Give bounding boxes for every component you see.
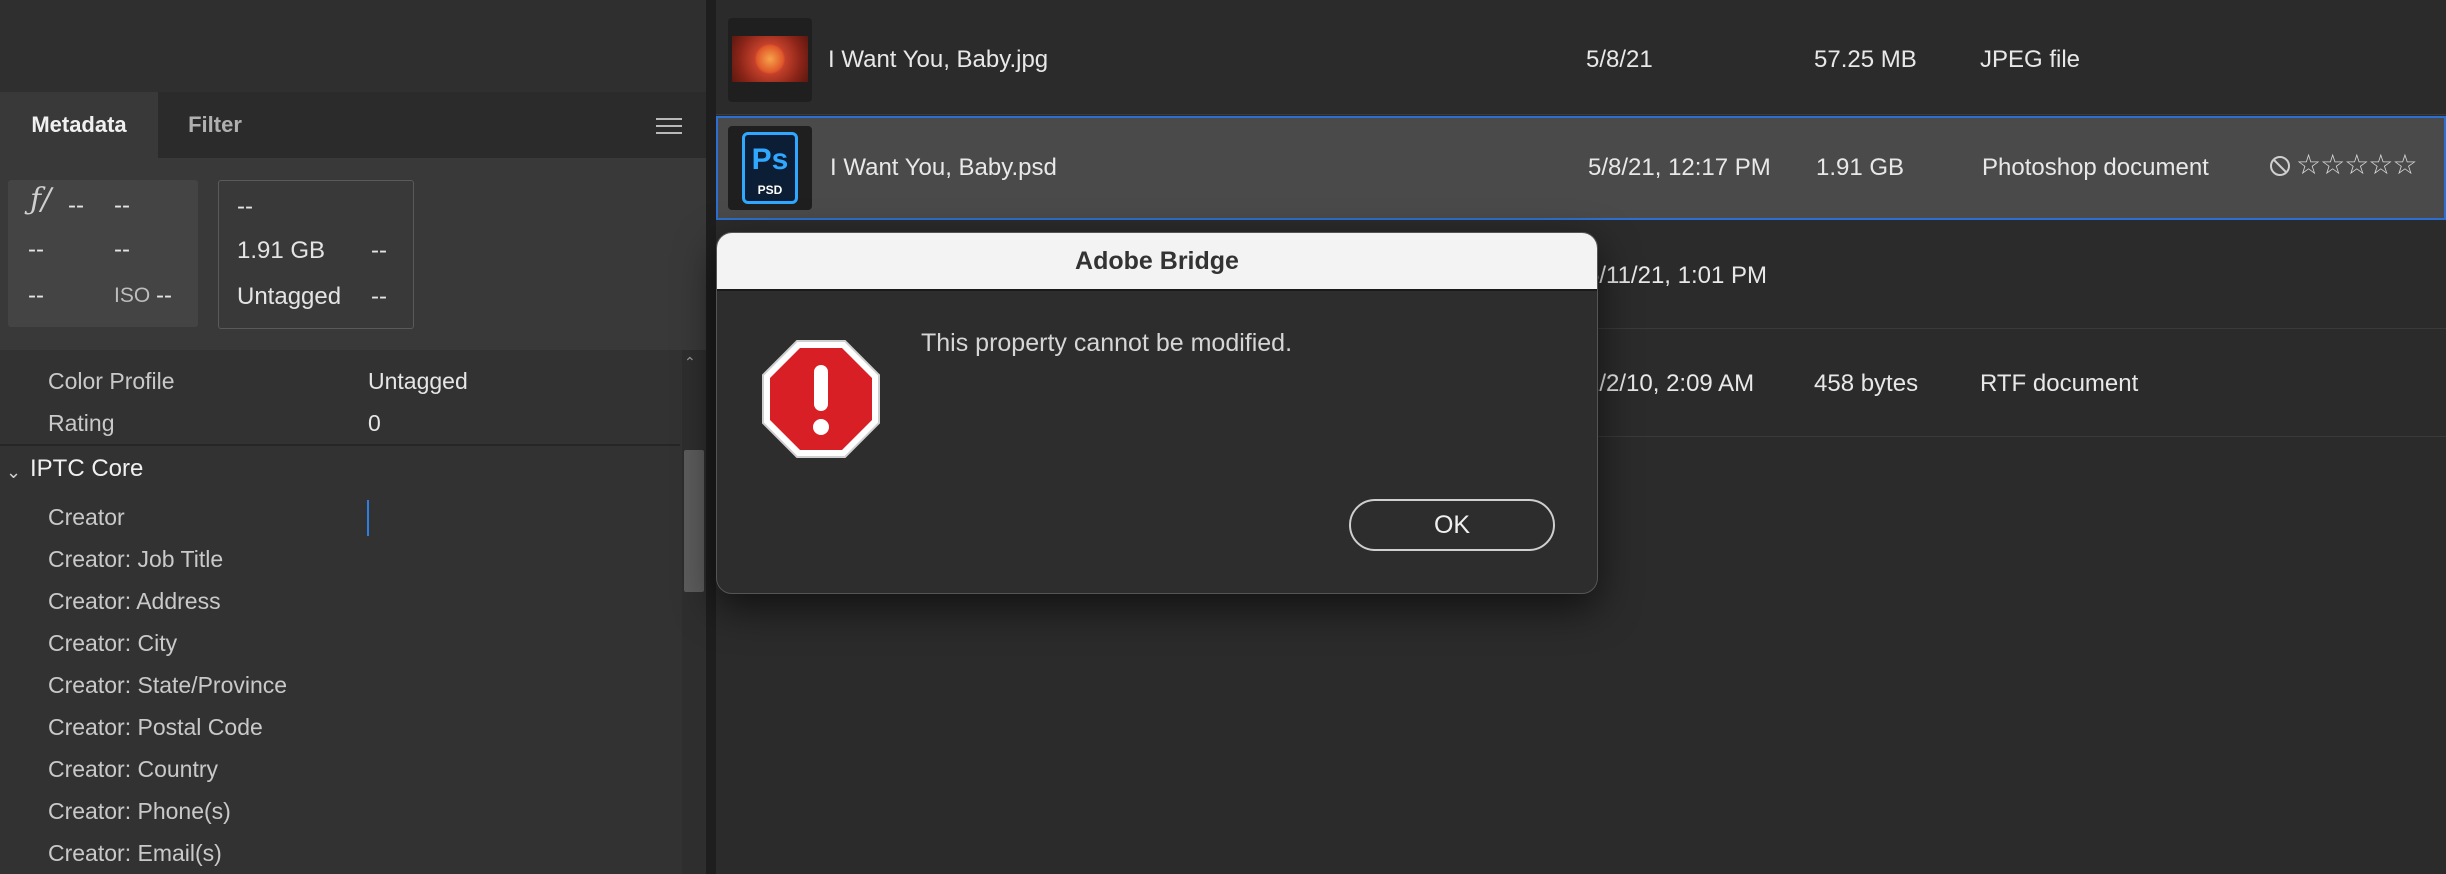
dialog-title: Adobe Bridge [1075, 247, 1239, 275]
fstop-icon: ƒ/ [30, 182, 52, 217]
file-size-value: 1.91 GB [237, 237, 326, 264]
iptc-field-label: Creator [48, 504, 125, 530]
file-row[interactable]: I Want You, Baby.jpg 5/8/21 57.25 MB JPE… [716, 8, 2446, 115]
file-type: Photoshop document [1982, 154, 2209, 181]
file-size: 458 bytes [1814, 370, 1919, 397]
alert-dialog: Adobe Bridge This property cannot be mod… [716, 232, 1598, 594]
tab-filter[interactable]: Filter [162, 92, 268, 158]
panel-menu-icon[interactable] [656, 118, 682, 134]
ps-logo-text: Ps [751, 143, 789, 176]
file-name: I Want You, Baby.psd [830, 154, 1057, 181]
panel-divider[interactable] [706, 0, 716, 874]
iptc-field-label: Creator: Address [48, 588, 221, 614]
file-data-box: -- 1.91 GB -- Untagged -- [218, 180, 414, 329]
aperture-value: -- [68, 192, 84, 219]
chevron-down-icon[interactable]: ⌄ [6, 462, 21, 483]
iso-value: -- [156, 282, 172, 309]
iptc-field-label: Creator: Phone(s) [48, 798, 231, 824]
scrollbar-thumb[interactable] [684, 450, 704, 592]
thumbnail [728, 18, 812, 102]
iptc-field-label: Creator: Postal Code [48, 714, 263, 740]
iptc-field-label: Creator: Job Title [48, 546, 224, 572]
reject-icon[interactable] [2270, 156, 2290, 176]
color-profile-value: Untagged [237, 283, 342, 310]
dialog-titlebar[interactable]: Adobe Bridge [717, 233, 1597, 291]
file-date: 5/8/21 [1586, 46, 1653, 73]
dialog-message: This property cannot be modified. [921, 329, 1293, 357]
camera-value: -- [28, 236, 44, 263]
iptc-field-label: Creator: State/Province [48, 672, 288, 698]
camera-data-box: ƒ/ -- -- -- -- -- ISO -- [8, 180, 198, 327]
iptc-field-label: Creator: Country [48, 756, 219, 782]
file-size: 1.91 GB [1816, 154, 1905, 181]
file-date: 5/8/21, 12:17 PM [1588, 154, 1771, 181]
property-label: Color Profile [48, 368, 175, 394]
camera-value: -- [28, 282, 44, 309]
property-label: Rating [48, 410, 115, 436]
property-value[interactable]: 0 [368, 410, 381, 437]
property-value[interactable]: Untagged [368, 368, 468, 395]
file-row-selected[interactable]: Ps PSD I Want You, Baby.psd 5/8/21, 12:1… [716, 116, 2446, 220]
iptc-field-label: Creator: Email(s) [48, 840, 222, 866]
thumbnail: Ps PSD [728, 126, 812, 210]
file-date: 1/2/10, 2:09 AM [1586, 370, 1755, 397]
jpg-thumbnail-image [732, 36, 808, 82]
file-date: 5/11/21, 1:01 PM [1586, 262, 1768, 289]
file-value: -- [371, 283, 387, 310]
file-size: 57.25 MB [1814, 46, 1917, 73]
stop-alert-icon [762, 340, 880, 458]
preview-area [0, 0, 706, 93]
file-name: I Want You, Baby.jpg [828, 46, 1049, 73]
file-value: -- [371, 237, 387, 264]
file-value: -- [237, 193, 253, 220]
ok-button[interactable]: OK [1349, 499, 1555, 551]
file-type: RTF document [1980, 370, 2139, 397]
creator-text-cursor[interactable] [367, 500, 369, 536]
scroll-up-icon[interactable]: ⌃ [684, 354, 696, 371]
iso-label: ISO [114, 284, 151, 307]
photoshop-file-icon: Ps PSD [742, 132, 798, 204]
metadata-properties: Color Profile Untagged Rating 0 Creator … [0, 350, 680, 874]
scrollbar-track[interactable] [682, 350, 706, 874]
psd-label: PSD [757, 183, 783, 197]
camera-value: -- [114, 236, 130, 263]
panel-tab-bar: Metadata Filter [0, 92, 706, 158]
rating-stars[interactable]: ☆☆☆☆☆ [2296, 148, 2418, 181]
iptc-core-header[interactable]: IPTC Core [30, 455, 143, 483]
section-divider [0, 444, 680, 446]
shutter-value: -- [114, 192, 130, 219]
file-type: JPEG file [1980, 46, 2081, 73]
iptc-field-label: Creator: City [48, 630, 178, 656]
tab-metadata[interactable]: Metadata [0, 92, 158, 158]
